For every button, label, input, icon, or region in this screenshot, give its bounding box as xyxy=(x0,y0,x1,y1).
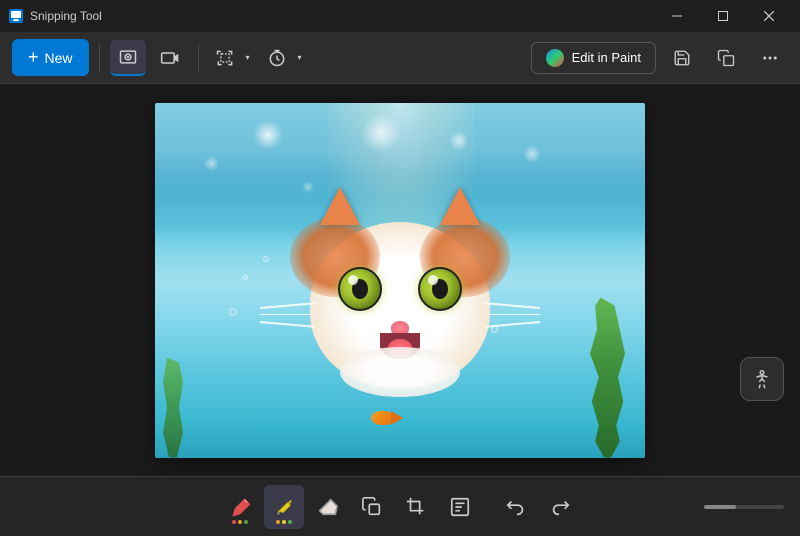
cat-scene xyxy=(155,103,645,458)
progress-fill xyxy=(704,505,736,509)
fish-tail xyxy=(391,411,403,425)
eye-shine-left xyxy=(348,275,358,285)
region-select-group[interactable]: ▾ xyxy=(209,40,255,76)
sparkle-2 xyxy=(449,131,469,151)
whisker-r2 xyxy=(485,314,540,316)
sparkle-5 xyxy=(523,145,541,163)
region-select-arrow[interactable]: ▾ xyxy=(241,40,255,76)
eye-shine-right xyxy=(428,275,438,285)
sparkle-3 xyxy=(361,113,401,153)
bubble-1 xyxy=(229,308,237,316)
undo-button[interactable] xyxy=(496,485,536,529)
copy-region-button[interactable] xyxy=(352,485,392,529)
cat-eye-right xyxy=(418,267,462,311)
close-button[interactable] xyxy=(746,0,792,32)
window-controls xyxy=(654,0,792,32)
app-title: Snipping Tool xyxy=(30,9,102,23)
crop-button[interactable] xyxy=(396,485,436,529)
fish-body xyxy=(371,411,393,425)
bottom-toolbar xyxy=(0,476,800,536)
accessibility-button[interactable] xyxy=(740,357,784,401)
fish xyxy=(371,411,401,429)
save-button[interactable] xyxy=(664,40,700,76)
screenshot-mode-button[interactable] xyxy=(110,40,146,76)
more-options-button[interactable] xyxy=(752,40,788,76)
whisker-r1 xyxy=(485,302,540,308)
highlighter-dots xyxy=(276,520,292,524)
cat-paw xyxy=(340,347,460,397)
pen-tool-button[interactable] xyxy=(220,485,260,529)
title-bar-left: Snipping Tool xyxy=(8,8,102,24)
pen-dots xyxy=(232,520,248,524)
redo-button[interactable] xyxy=(540,485,580,529)
whisker-l3 xyxy=(260,321,315,327)
whisker-l2 xyxy=(260,314,315,316)
cat-ear-left xyxy=(320,187,360,225)
sparkle-4 xyxy=(204,156,219,171)
maximize-button[interactable] xyxy=(700,0,746,32)
video-mode-button[interactable] xyxy=(152,40,188,76)
toolbar-right: Edit in Paint xyxy=(531,40,788,76)
sparkle-6 xyxy=(302,181,314,193)
new-button-label: New xyxy=(45,50,73,66)
text-extract-button[interactable] xyxy=(440,485,480,529)
plus-icon: + xyxy=(28,47,39,68)
toolbar-separator-2 xyxy=(198,44,199,72)
bubble-2 xyxy=(243,275,248,280)
cat-face xyxy=(310,222,490,387)
bubble-4 xyxy=(491,326,498,333)
main-toolbar: + New ▾ xyxy=(0,32,800,84)
toolbar-separator-1 xyxy=(99,44,100,72)
highlighter-button[interactable] xyxy=(264,485,304,529)
minimize-button[interactable] xyxy=(654,0,700,32)
title-bar: Snipping Tool xyxy=(0,0,800,32)
timer-group[interactable]: ▾ xyxy=(261,40,307,76)
new-button[interactable]: + New xyxy=(12,39,89,76)
cat-eye-left xyxy=(338,267,382,311)
region-select-button[interactable] xyxy=(209,40,241,76)
progress-bar xyxy=(704,505,784,509)
timer-arrow[interactable]: ▾ xyxy=(293,40,307,76)
seaweed-left xyxy=(163,358,183,458)
whisker-l1 xyxy=(260,302,315,308)
edit-in-paint-button[interactable]: Edit in Paint xyxy=(531,42,656,74)
edit-in-paint-label: Edit in Paint xyxy=(572,50,641,65)
copy-button[interactable] xyxy=(708,40,744,76)
main-content xyxy=(0,84,800,476)
eraser-button[interactable] xyxy=(308,485,348,529)
timer-button[interactable] xyxy=(261,40,293,76)
paint-icon xyxy=(546,49,564,67)
bottom-toolbar-right xyxy=(704,505,784,509)
seaweed xyxy=(590,298,625,458)
screenshot-image xyxy=(155,103,645,458)
app-icon xyxy=(8,8,24,24)
cat-ear-right xyxy=(440,187,480,225)
